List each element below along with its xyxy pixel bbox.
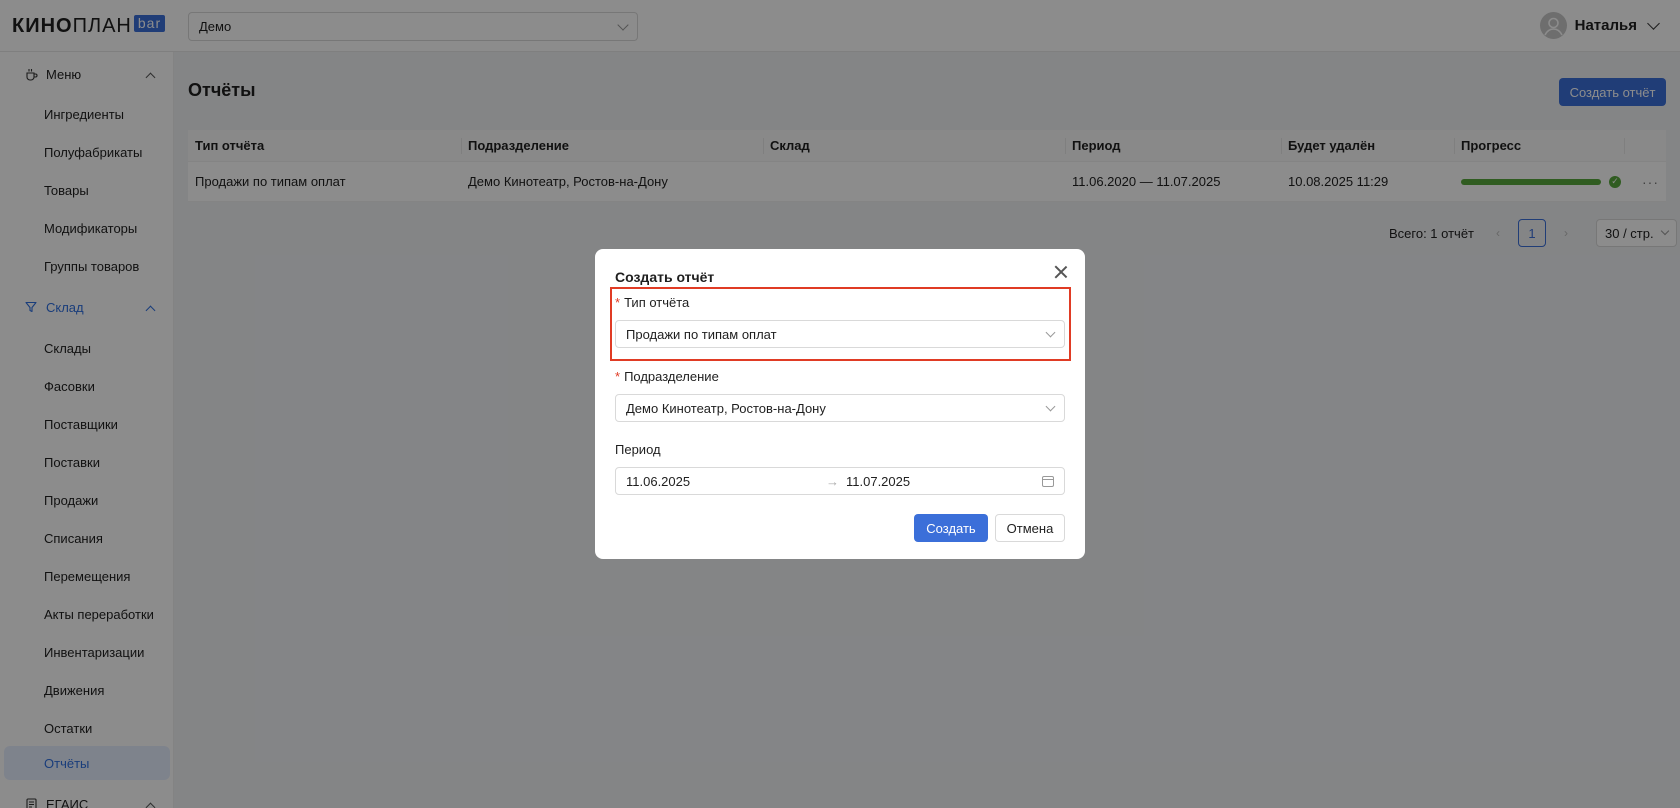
chevron-down-icon <box>1045 327 1056 337</box>
required-mark: * <box>615 295 621 310</box>
report-type-label-text: Тип отчёта <box>624 295 690 310</box>
dialog-title: Создать отчёт <box>615 269 715 285</box>
cancel-button[interactable]: Отмена <box>995 514 1065 542</box>
period-range-picker[interactable]: 11.06.2025 → 11.07.2025 <box>615 467 1065 495</box>
period-label: Период <box>615 442 661 457</box>
close-icon[interactable] <box>1054 265 1068 279</box>
chevron-down-icon <box>1045 401 1056 411</box>
submit-button[interactable]: Создать <box>914 514 988 542</box>
arrow-right-icon: → <box>826 473 839 489</box>
report-type-value: Продажи по типам оплат <box>626 326 777 342</box>
required-mark: * <box>615 369 621 384</box>
division-label-text: Подразделение <box>624 369 719 384</box>
period-end-input[interactable]: 11.07.2025 <box>846 474 1042 489</box>
create-report-dialog: Создать отчёт * Тип отчёта Продажи по тип… <box>595 249 1085 559</box>
division-label: * Подразделение <box>615 369 719 384</box>
division-select[interactable]: Демо Кинотеатр, Ростов-на-Дону <box>615 394 1065 422</box>
period-start-input[interactable]: 11.06.2025 <box>626 474 826 489</box>
calendar-icon <box>1042 475 1054 487</box>
report-type-select[interactable]: Продажи по типам оплат <box>615 320 1065 348</box>
report-type-label: * Тип отчёта <box>615 295 689 310</box>
division-value: Демо Кинотеатр, Ростов-на-Дону <box>626 400 826 416</box>
